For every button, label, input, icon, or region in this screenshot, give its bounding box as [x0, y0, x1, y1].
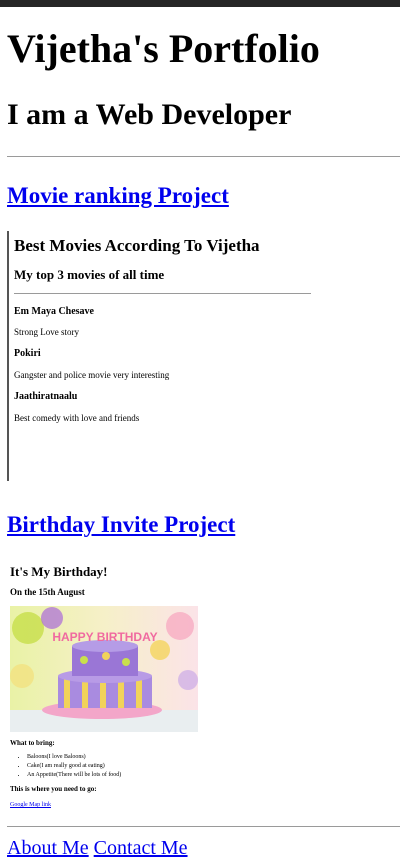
- movie-description: Strong Love story: [14, 327, 79, 337]
- page-title: Vijetha's Portfolio: [7, 26, 320, 71]
- birthday-project-frame[interactable]: It's My Birthday! On the 15th August HAP…: [7, 559, 400, 814]
- movie-project-frame[interactable]: Best Movies According To Vijetha My top …: [7, 231, 400, 481]
- movie-description: Gangster and police movie very interesti…: [14, 370, 170, 380]
- top-bar: [0, 0, 400, 7]
- movie-description: Best comedy with love and friends: [14, 413, 140, 423]
- cake-topper-text: HAPPY BIRTHDAY: [52, 630, 157, 644]
- about-me-link[interactable]: About Me: [7, 837, 89, 859]
- list-item: Baloons(I love Baloons): [27, 753, 121, 762]
- movie-divider: [14, 293, 311, 294]
- divider: [7, 156, 400, 157]
- movie-page-subtitle: My top 3 movies of all time: [14, 267, 165, 282]
- birthday-project-link[interactable]: Birthday Invite Project: [7, 511, 235, 539]
- page-subtitle: I am a Web Developer: [7, 98, 292, 131]
- birthday-date: On the 15th August: [10, 587, 85, 597]
- movie-project-link[interactable]: Movie ranking Project: [7, 182, 229, 210]
- movie-name: Em Maya Chesave: [14, 306, 94, 317]
- list-item: An Appetite(There will be lots of food): [27, 771, 121, 780]
- where-heading: This is where you need to go:: [10, 785, 97, 793]
- divider: [7, 826, 400, 827]
- bring-list: Baloons(I love Baloons) Cake(I am really…: [10, 753, 121, 780]
- movie-name: Pokiri: [14, 348, 41, 359]
- google-map-link[interactable]: Google Map link: [10, 801, 51, 809]
- contact-me-link[interactable]: Contact Me: [94, 837, 188, 859]
- footer-nav: About Me Contact Me: [7, 836, 188, 860]
- birthday-title: It's My Birthday!: [10, 564, 108, 579]
- movie-name: Jaathiratnaalu: [14, 391, 78, 402]
- bring-heading: What to bring:: [10, 739, 55, 747]
- movie-page-title: Best Movies According To Vijetha: [14, 236, 260, 255]
- birthday-cake-image: HAPPY BIRTHDAY: [10, 606, 198, 732]
- list-item: Cake(I am really good at eating): [27, 762, 121, 771]
